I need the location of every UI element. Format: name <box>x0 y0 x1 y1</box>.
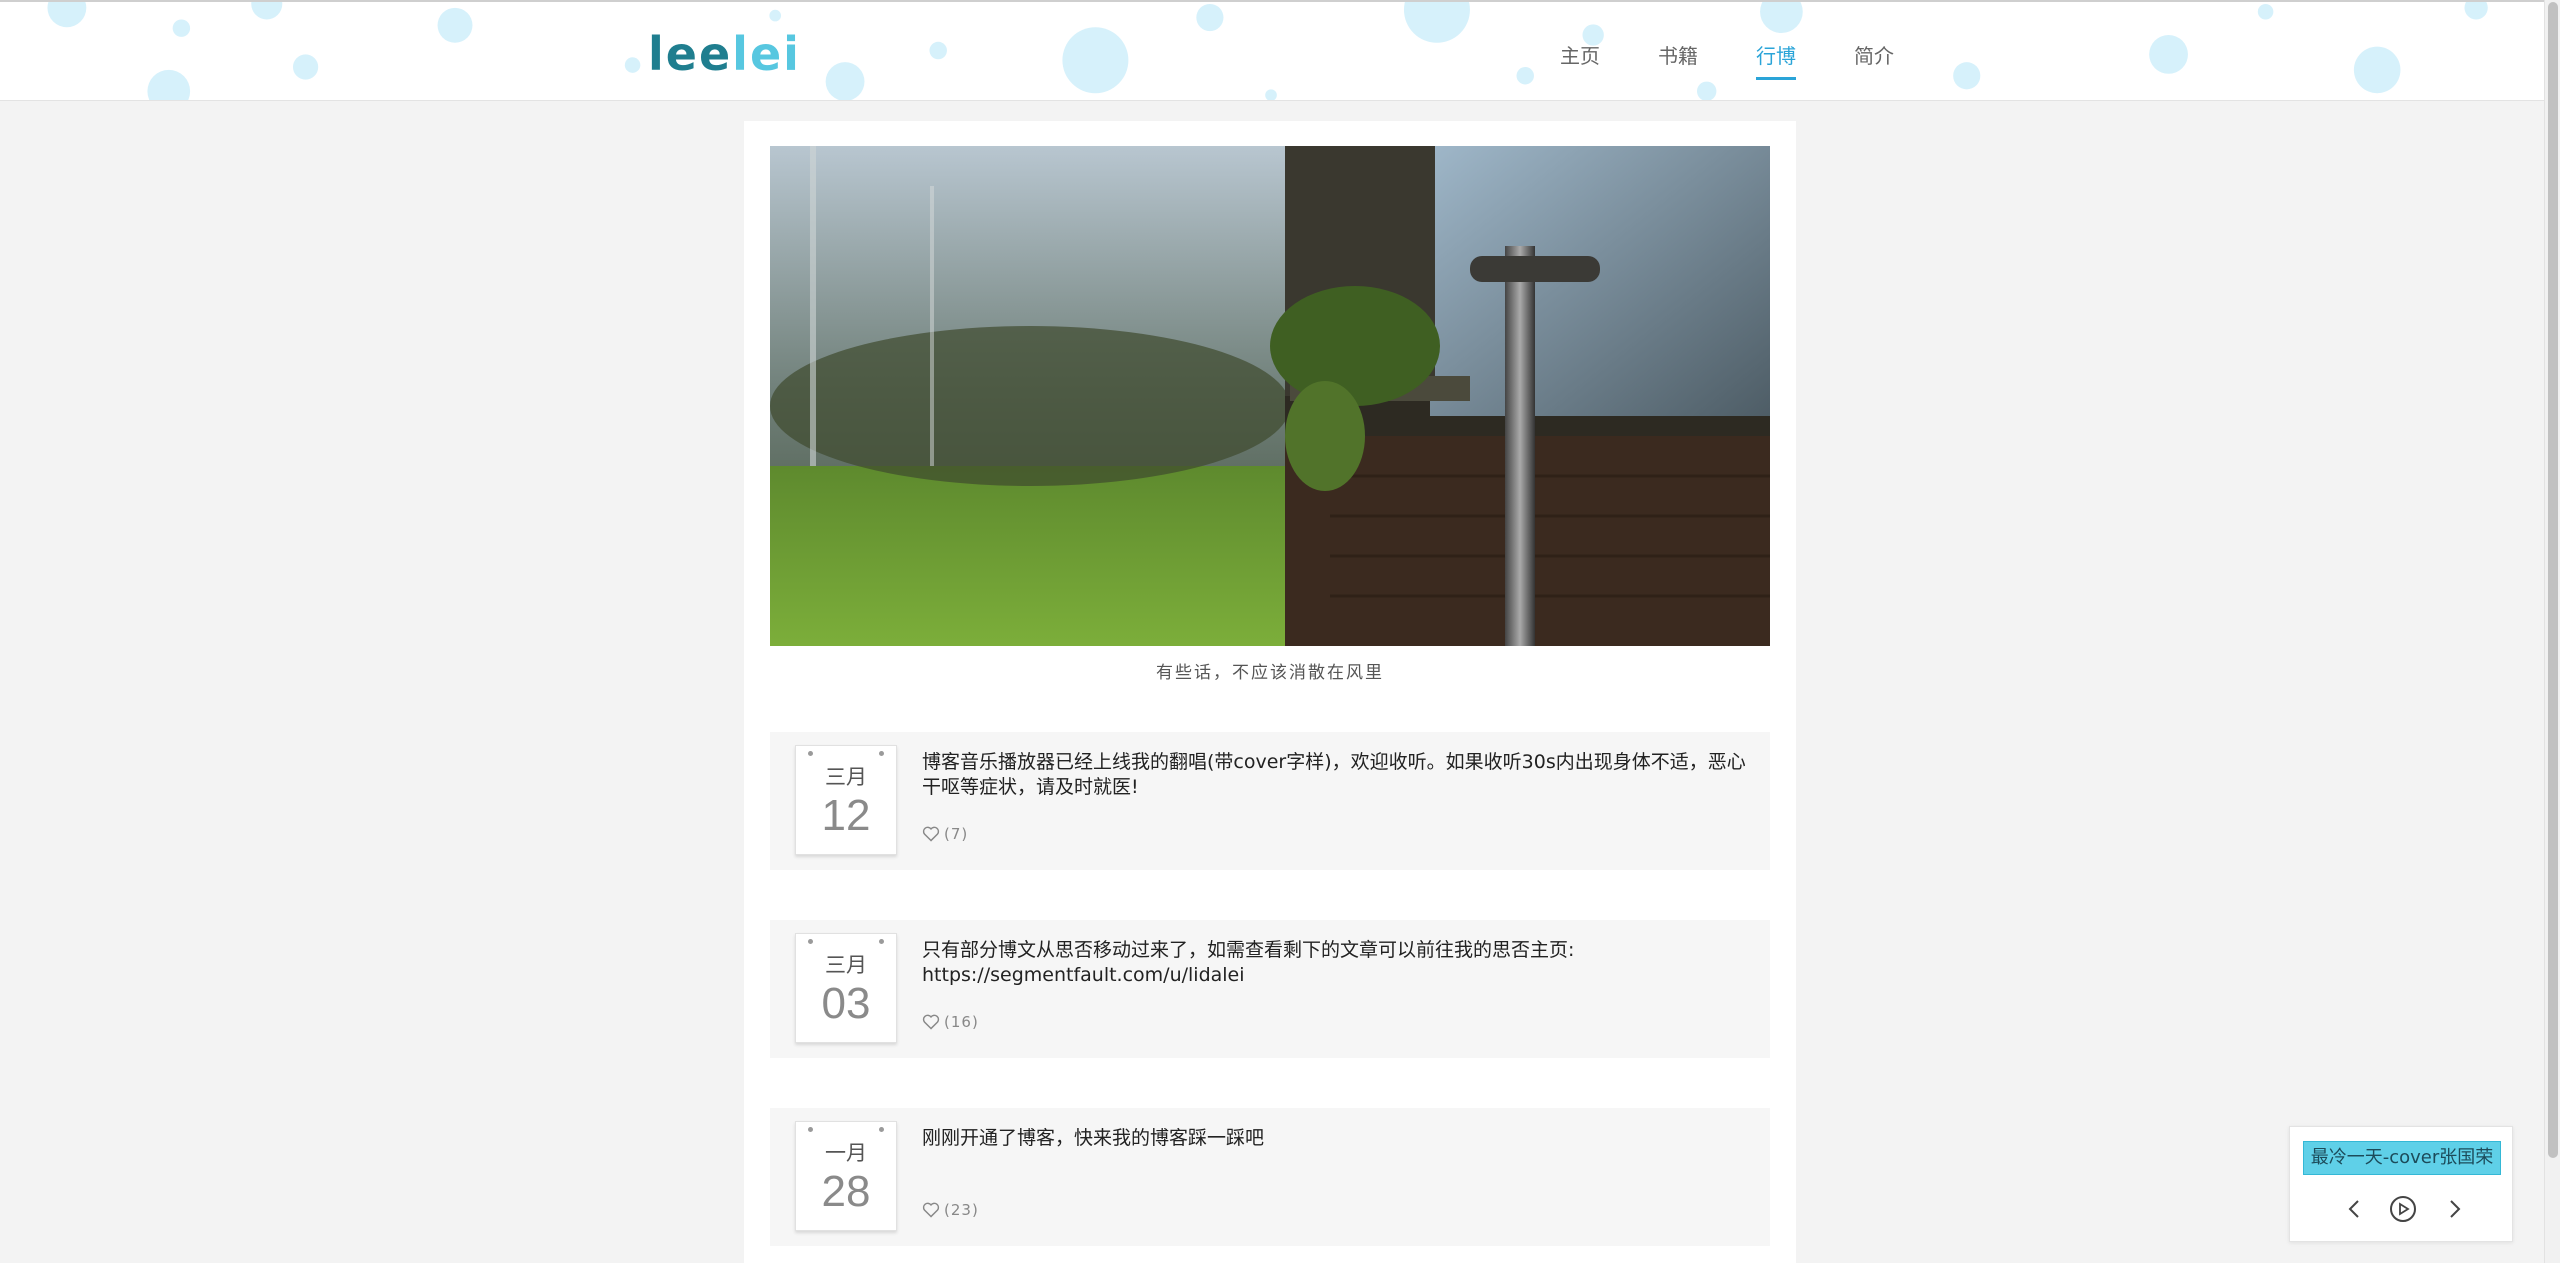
pin-icon <box>879 1127 884 1132</box>
pin-icon <box>808 751 813 756</box>
like-button[interactable]: (16) <box>922 1013 979 1031</box>
next-icon[interactable] <box>2445 1197 2465 1221</box>
post-month: 三月 <box>825 953 867 977</box>
bubble-background <box>47 2 2488 100</box>
song-title[interactable]: 最冷一天-cover张国荣 <box>2303 1141 2501 1175</box>
logo-part-2: lei <box>732 27 801 81</box>
post-text[interactable]: 博客音乐播放器已经上线我的翻唱(带cover字样)，欢迎收听。如果收听30s内出… <box>922 750 1754 800</box>
page-scrollbar[interactable] <box>2544 0 2560 1263</box>
scrollbar-thumb[interactable] <box>2548 2 2558 1158</box>
post-month: 三月 <box>825 765 867 789</box>
like-button[interactable]: (23) <box>922 1201 979 1219</box>
pin-icon <box>808 939 813 944</box>
date-card: 一月 28 <box>795 1121 897 1231</box>
like-count: (23) <box>944 1201 979 1219</box>
site-header: leelei 主页 书籍 行博 简介 <box>0 0 2544 101</box>
nav-home[interactable]: 主页 <box>1560 40 1600 80</box>
post-text[interactable]: 只有部分博文从思否移动过来了，如需查看剩下的文章可以前往我的思否主页: http… <box>922 938 1754 988</box>
heart-icon <box>922 1014 940 1030</box>
nav-books[interactable]: 书籍 <box>1658 40 1698 80</box>
main-content: 有些话，不应该消散在风里 三月 12 博客音乐播放器已经上线我的翻唱(带cove… <box>744 121 1796 1263</box>
prev-icon[interactable] <box>2344 1197 2364 1221</box>
hero-caption: 有些话，不应该消散在风里 <box>1156 663 1384 683</box>
post-day: 28 <box>821 1167 871 1216</box>
post-item[interactable]: 三月 12 博客音乐播放器已经上线我的翻唱(带cover字样)，欢迎收听。如果收… <box>770 732 1770 870</box>
date-card: 三月 03 <box>795 933 897 1043</box>
heart-icon <box>922 1202 940 1218</box>
hero-image <box>770 146 1770 646</box>
post-item[interactable]: 一月 28 刚刚开通了博客，快来我的博客踩一踩吧 (23) <box>770 1108 1770 1246</box>
nav-blog[interactable]: 行博 <box>1756 40 1796 80</box>
pin-icon <box>879 751 884 756</box>
post-text[interactable]: 刚刚开通了博客，快来我的博客踩一踩吧 <box>922 1126 1754 1151</box>
site-logo[interactable]: leelei <box>648 28 801 80</box>
main-nav: 主页 书籍 行博 简介 <box>1560 40 1952 80</box>
pin-icon <box>808 1127 813 1132</box>
nav-about[interactable]: 简介 <box>1854 40 1894 80</box>
post-day: 03 <box>821 979 871 1028</box>
post-item[interactable]: 三月 03 只有部分博文从思否移动过来了，如需查看剩下的文章可以前往我的思否主页… <box>770 920 1770 1058</box>
post-month: 一月 <box>825 1141 867 1165</box>
post-day: 12 <box>821 791 871 840</box>
heart-icon <box>922 826 940 842</box>
music-player: 最冷一天-cover张国荣 <box>2289 1126 2513 1242</box>
play-icon[interactable] <box>2389 1195 2417 1223</box>
like-count: (7) <box>944 825 969 843</box>
logo-part-1: lee <box>648 27 733 81</box>
date-card: 三月 12 <box>795 745 897 855</box>
pin-icon <box>879 939 884 944</box>
like-button[interactable]: (7) <box>922 825 968 843</box>
like-count: (16) <box>944 1013 979 1031</box>
